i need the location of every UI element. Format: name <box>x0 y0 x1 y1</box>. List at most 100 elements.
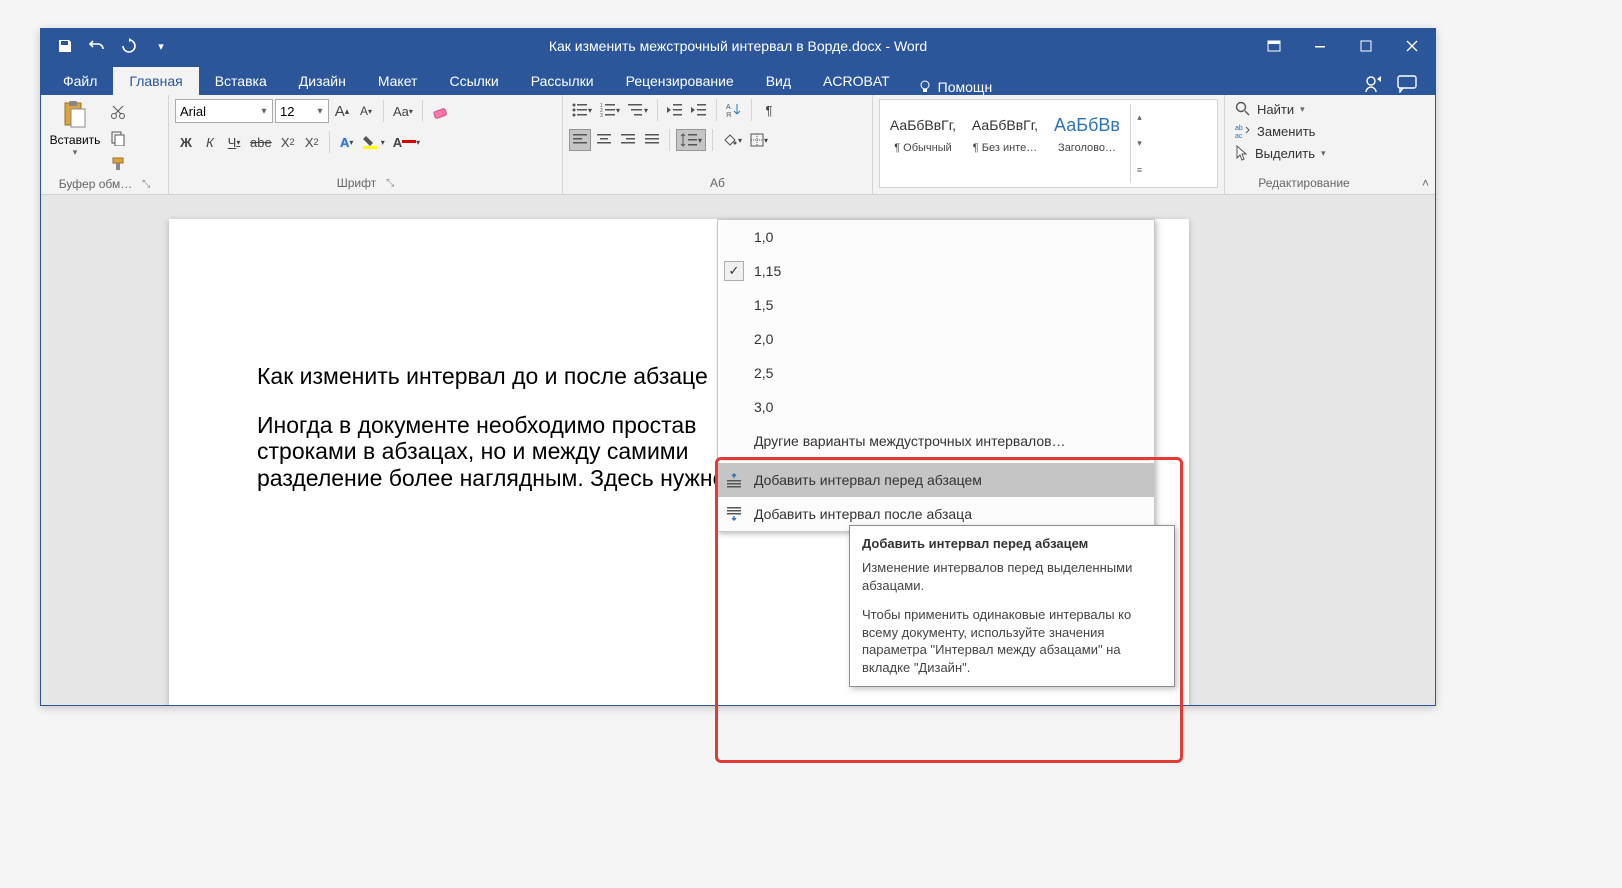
font-launcher[interactable]: ⤡ <box>386 178 394 189</box>
italic-button[interactable]: К <box>199 131 221 153</box>
sort-icon: АЯ <box>726 102 742 118</box>
line-spacing-icon <box>680 132 698 148</box>
tab-references[interactable]: Ссылки <box>433 67 514 95</box>
tab-home[interactable]: Главная <box>113 67 198 95</box>
bullets-button[interactable]: ▾ <box>569 99 595 121</box>
replace-button[interactable]: abac Заменить <box>1231 121 1319 141</box>
superscript-button[interactable]: X2 <box>301 131 323 153</box>
align-center-button[interactable] <box>593 129 615 151</box>
collapse-ribbon-button[interactable]: ˄ <box>1422 176 1429 190</box>
share-icon[interactable] <box>1363 73 1385 95</box>
eraser-icon <box>432 102 450 120</box>
menu-spacing-3.0[interactable]: 3,0 <box>718 390 1154 424</box>
align-right-button[interactable] <box>617 129 639 151</box>
menu-label: Добавить интервал после абзаца <box>750 506 1154 522</box>
styles-expand[interactable]: ≡ <box>1131 157 1148 183</box>
tab-mailings[interactable]: Рассылки <box>515 67 610 95</box>
cut-button[interactable] <box>107 101 129 123</box>
menu-spacing-2.0[interactable]: 2,0 <box>718 322 1154 356</box>
align-left-button[interactable] <box>569 129 591 151</box>
styles-gallery[interactable]: АаБбВвГг, ¶ Обычный АаБбВвГг, ¶ Без инте… <box>879 99 1218 188</box>
highlight-button[interactable]: ▾ <box>360 131 388 153</box>
menu-more-spacing[interactable]: Другие варианты междустрочных интервалов… <box>718 424 1154 458</box>
group-font: ▾ ▾ A▴ A▾ Aa▾ Ж К Ч ▾ <box>169 95 563 194</box>
select-button[interactable]: Выделить ▾ <box>1231 143 1330 163</box>
style-name: Заголово… <box>1052 142 1122 154</box>
outdent-icon <box>667 103 683 117</box>
tab-design[interactable]: Дизайн <box>283 67 362 95</box>
tab-insert[interactable]: Вставка <box>199 67 283 95</box>
tab-layout[interactable]: Макет <box>362 67 434 95</box>
font-name-input[interactable] <box>176 104 256 119</box>
clear-format-button[interactable] <box>429 100 453 122</box>
font-color-button[interactable]: А▾ <box>390 131 423 153</box>
qat-customize[interactable]: ▾ <box>147 32 175 60</box>
comments-icon[interactable] <box>1397 75 1419 93</box>
copy-icon <box>110 130 126 146</box>
menu-spacing-1.15[interactable]: ✓1,15 <box>718 254 1154 288</box>
text-effects-button[interactable]: A ▾ <box>336 131 358 153</box>
increase-indent-button[interactable] <box>688 99 710 121</box>
undo-button[interactable] <box>83 32 111 60</box>
replace-label: Заменить <box>1257 124 1315 139</box>
replace-icon: abac <box>1235 123 1251 139</box>
maximize-button[interactable] <box>1343 29 1389 63</box>
tab-review[interactable]: Рецензирование <box>610 67 750 95</box>
minimize-button[interactable] <box>1297 29 1343 63</box>
doc-line: строками в абзацах, но и между самими <box>257 438 688 464</box>
find-button[interactable]: Найти ▾ <box>1231 99 1309 119</box>
font-size-combo[interactable]: ▾ <box>275 99 329 123</box>
bold-button[interactable]: Ж <box>175 131 197 153</box>
copy-button[interactable] <box>107 127 129 149</box>
svg-text:ab: ab <box>1235 125 1243 132</box>
tab-view[interactable]: Вид <box>750 67 807 95</box>
menu-spacing-2.5[interactable]: 2,5 <box>718 356 1154 390</box>
save-button[interactable] <box>51 32 79 60</box>
menu-spacing-1.5[interactable]: 1,5 <box>718 288 1154 322</box>
tab-file[interactable]: Файл <box>47 67 113 95</box>
justify-button[interactable] <box>641 129 663 151</box>
lightbulb-icon <box>918 80 932 94</box>
line-spacing-button[interactable]: ▾ <box>676 129 706 151</box>
style-nospacing[interactable]: АаБбВвГг, ¶ Без инте… <box>966 104 1044 166</box>
redo-button[interactable] <box>115 32 143 60</box>
menu-add-space-before[interactable]: Добавить интервал перед абзацем <box>718 463 1154 497</box>
paste-button[interactable]: Вставить ▾ <box>47 99 103 158</box>
strikethrough-button[interactable]: abe <box>247 131 275 153</box>
multilevel-button[interactable]: ▾ <box>625 99 651 121</box>
shading-button[interactable]: ▾ <box>719 129 745 151</box>
subscript-button[interactable]: X2 <box>277 131 299 153</box>
borders-button[interactable]: ▾ <box>747 129 771 151</box>
style-normal[interactable]: АаБбВвГг, ¶ Обычный <box>884 104 962 166</box>
window-controls <box>1251 29 1435 63</box>
line-spacing-menu: 1,0 ✓1,15 1,5 2,0 2,5 3,0 Другие вариант… <box>717 219 1155 532</box>
menu-label: Добавить интервал перед абзацем <box>750 472 1154 488</box>
svg-text:3: 3 <box>600 113 603 117</box>
underline-button[interactable]: Ч ▾ <box>223 131 245 153</box>
grow-font-button[interactable]: A▴ <box>331 100 353 122</box>
style-heading1[interactable]: АаБбВв Заголово… <box>1048 104 1126 166</box>
tab-acrobat[interactable]: ACROBAT <box>807 67 906 95</box>
paste-label: Вставить <box>50 133 101 147</box>
change-case-button[interactable]: Aa▾ <box>390 100 416 122</box>
header-right-icons <box>1363 73 1435 95</box>
style-preview: АаБбВв <box>1052 108 1122 142</box>
ribbon-display-options[interactable] <box>1251 29 1297 63</box>
tell-me-search[interactable]: Помощн <box>906 79 1005 95</box>
menu-spacing-1.0[interactable]: 1,0 <box>718 220 1154 254</box>
font-size-input[interactable] <box>276 104 312 119</box>
styles-scroll-up[interactable]: ▴ <box>1131 104 1148 130</box>
close-button[interactable] <box>1389 29 1435 63</box>
numbering-button[interactable]: 123▾ <box>597 99 623 121</box>
font-family-combo[interactable]: ▾ <box>175 99 273 123</box>
sort-button[interactable]: АЯ <box>723 99 745 121</box>
ribbon-opts-icon <box>1267 40 1281 52</box>
format-painter-button[interactable] <box>107 153 129 175</box>
tooltip-line: Чтобы применить одинаковые интервалы ко … <box>862 606 1162 676</box>
decrease-indent-button[interactable] <box>664 99 686 121</box>
show-marks-button[interactable]: ¶ <box>758 99 780 121</box>
shrink-font-button[interactable]: A▾ <box>355 100 377 122</box>
align-center-icon <box>597 134 611 146</box>
styles-scroll-down[interactable]: ▾ <box>1131 130 1148 156</box>
clipboard-launcher[interactable]: ⤡ <box>142 179 150 190</box>
